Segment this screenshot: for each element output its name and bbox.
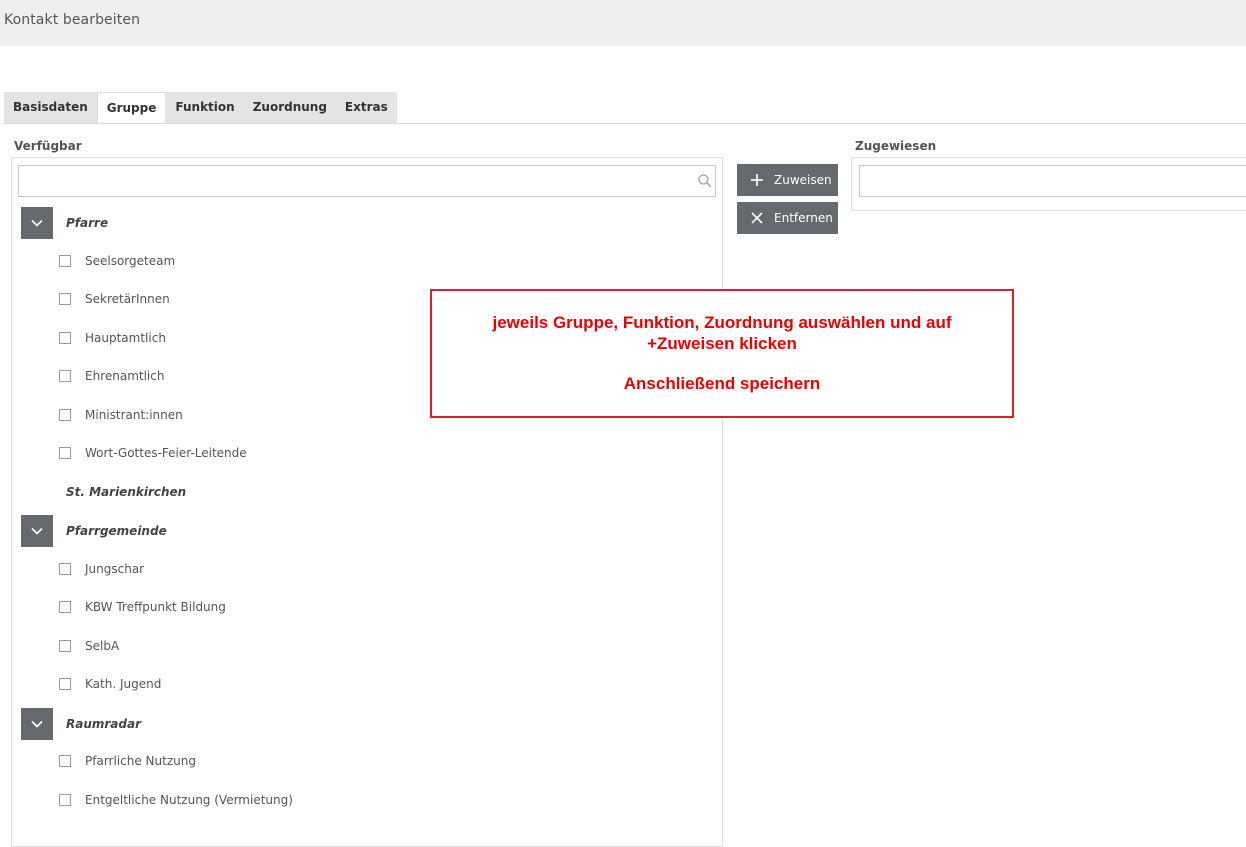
- tab-bar: Basisdaten Gruppe Funktion Zuordnung Ext…: [4, 92, 397, 123]
- item-label: Seelsorgeteam: [85, 254, 176, 268]
- item-label: Hauptamtlich: [85, 331, 166, 345]
- chevron-down-icon: [31, 219, 43, 227]
- list-item: Jungschar: [59, 561, 144, 577]
- item-label: Ministrant:innen: [85, 408, 183, 422]
- item-label: Kath. Jugend: [85, 677, 162, 691]
- item-label: Wort-Gottes-Feier-Leitende: [85, 446, 247, 460]
- item-checkbox[interactable]: [59, 370, 71, 382]
- instruction-annotation: jeweils Gruppe, Funktion, Zuordnung ausw…: [430, 289, 1014, 418]
- item-checkbox[interactable]: [59, 293, 71, 305]
- annotation-line-2: +Zuweisen klicken: [647, 334, 797, 353]
- list-item: Pfarrliche Nutzung: [59, 753, 196, 769]
- list-item: Kath. Jugend: [59, 676, 161, 692]
- tab-funktion[interactable]: Funktion: [166, 92, 244, 123]
- tab-extras[interactable]: Extras: [335, 92, 397, 123]
- item-checkbox[interactable]: [59, 447, 71, 459]
- plus-icon: [751, 174, 763, 186]
- list-item: SekretärInnen: [59, 291, 170, 307]
- remove-button-label: Entfernen: [774, 211, 833, 225]
- expand-toggle-raumradar[interactable]: [21, 708, 53, 740]
- annotation-line-3: Anschließend speichern: [623, 374, 821, 393]
- item-checkbox[interactable]: [59, 601, 71, 613]
- list-item: Ehrenamtlich: [59, 368, 164, 384]
- item-label: SelbA: [85, 639, 120, 653]
- tab-divider: [4, 123, 1246, 124]
- available-label: Verfügbar: [14, 139, 82, 153]
- list-item: SelbA: [59, 638, 119, 654]
- item-checkbox[interactable]: [59, 563, 71, 575]
- list-item: Seelsorgeteam: [59, 253, 175, 269]
- item-checkbox[interactable]: [59, 755, 71, 767]
- assigned-search-input[interactable]: [859, 165, 1246, 197]
- available-search-input[interactable]: [18, 165, 716, 197]
- group-st-marienkirchen[interactable]: St. Marienkirchen: [66, 485, 186, 499]
- expand-toggle-pfarrgemeinde[interactable]: [21, 515, 53, 547]
- group-label: Pfarre: [66, 216, 109, 230]
- item-checkbox[interactable]: [59, 678, 71, 690]
- list-item: Hauptamtlich: [59, 330, 166, 346]
- page-title: Kontakt bearbeiten: [4, 12, 141, 28]
- tab-gruppe[interactable]: Gruppe: [96, 92, 167, 123]
- item-label: Entgeltliche Nutzung (Vermietung): [85, 793, 293, 807]
- page-header: Kontakt bearbeiten: [0, 0, 1246, 46]
- assign-button[interactable]: Zuweisen: [737, 164, 838, 196]
- group-raumradar: Raumradar: [21, 708, 141, 740]
- chevron-down-icon: [31, 720, 43, 728]
- item-label: Jungschar: [85, 562, 145, 576]
- item-label: Pfarrliche Nutzung: [85, 754, 196, 768]
- tab-basisdaten[interactable]: Basisdaten: [4, 92, 97, 123]
- close-icon: [751, 212, 763, 224]
- item-checkbox[interactable]: [59, 794, 71, 806]
- item-label: SekretärInnen: [85, 292, 170, 306]
- item-checkbox[interactable]: [59, 255, 71, 267]
- group-pfarrgemeinde: Pfarrgemeinde: [21, 515, 167, 547]
- chevron-down-icon: [31, 527, 43, 535]
- search-icon: [698, 174, 712, 188]
- assign-button-label: Zuweisen: [774, 173, 832, 187]
- expand-toggle-pfarre[interactable]: [21, 207, 53, 239]
- group-label: Pfarrgemeinde: [66, 524, 167, 538]
- item-checkbox[interactable]: [59, 409, 71, 421]
- item-checkbox[interactable]: [59, 332, 71, 344]
- annotation-line-1: jeweils Gruppe, Funktion, Zuordnung ausw…: [492, 313, 952, 332]
- item-checkbox[interactable]: [59, 640, 71, 652]
- item-label: Ehrenamtlich: [85, 369, 165, 383]
- list-item: Ministrant:innen: [59, 407, 183, 423]
- list-item: KBW Treffpunkt Bildung: [59, 599, 226, 615]
- group-pfarre: Pfarre: [21, 207, 108, 239]
- list-item: Entgeltliche Nutzung (Vermietung): [59, 792, 293, 808]
- tab-zuordnung[interactable]: Zuordnung: [243, 92, 336, 123]
- assigned-label: Zugewiesen: [855, 139, 937, 153]
- item-label: KBW Treffpunkt Bildung: [85, 600, 226, 614]
- remove-button[interactable]: Entfernen: [737, 202, 838, 234]
- list-item: Wort-Gottes-Feier-Leitende: [59, 445, 247, 461]
- group-label: Raumradar: [66, 717, 142, 731]
